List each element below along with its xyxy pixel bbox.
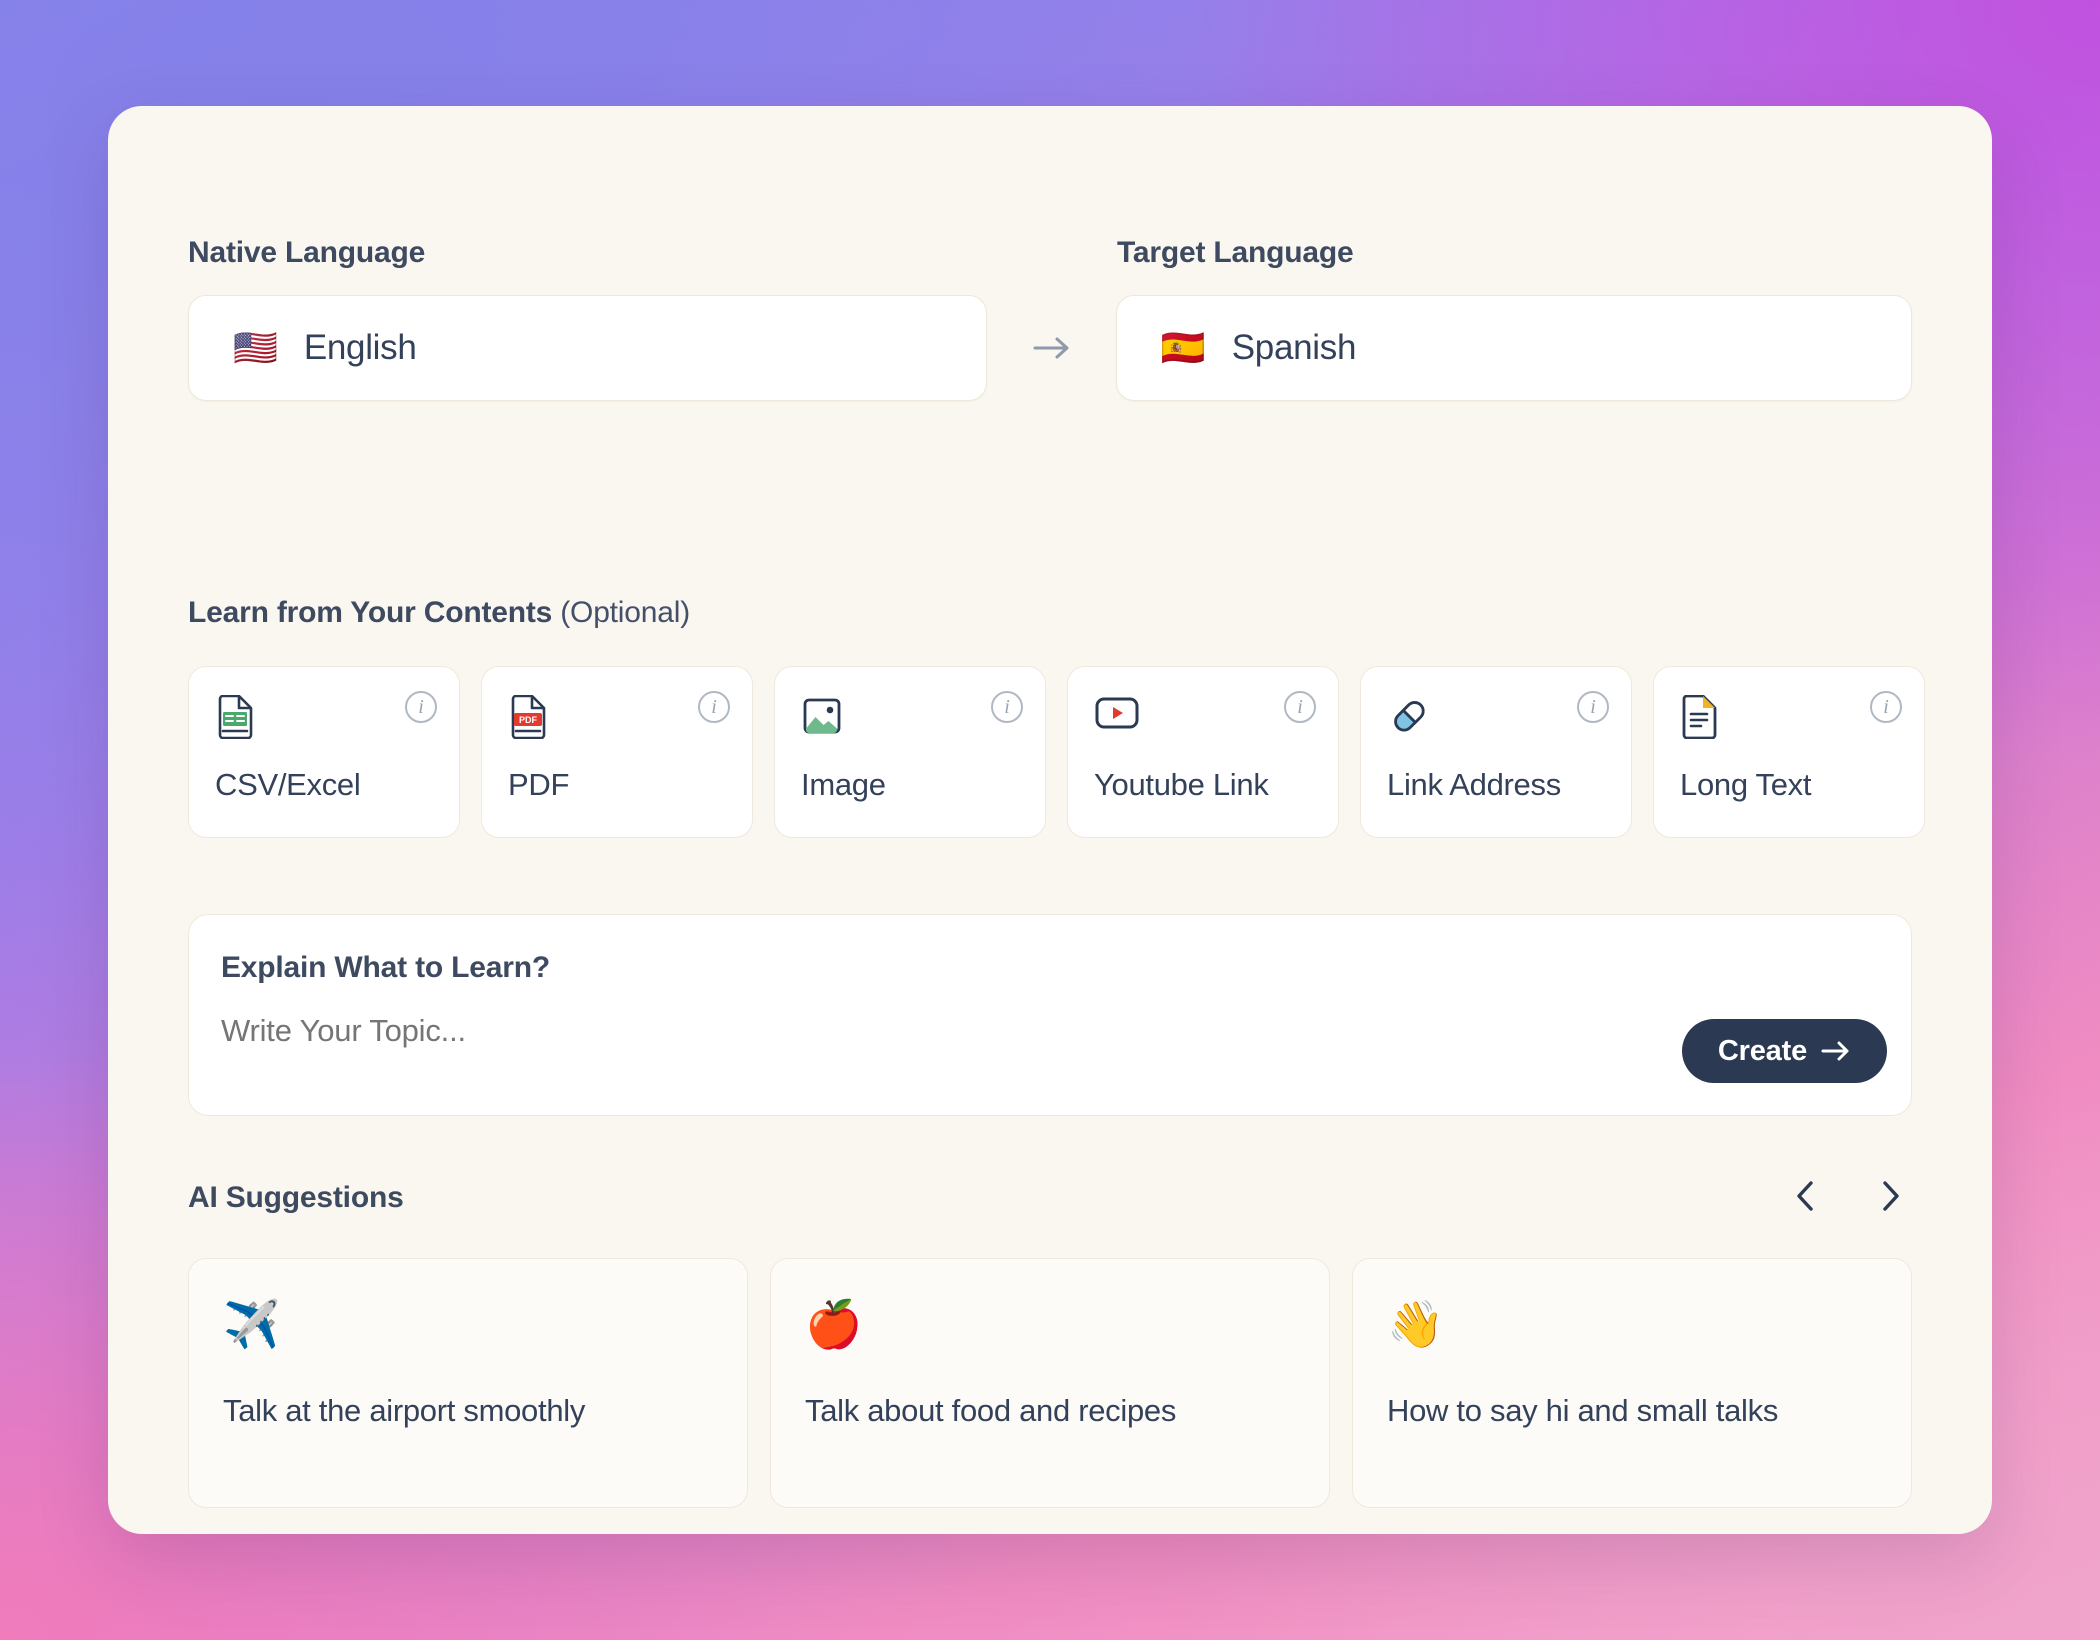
learn-from-contents-heading: Learn from Your Contents (Optional) [188,596,690,630]
native-language-label: Native Language [188,236,426,269]
content-type-image[interactable]: i Image [774,666,1046,838]
waving-hand-icon: 👋 [1387,1298,1445,1350]
link-pill-icon [1387,699,1431,746]
create-lesson-card: Native Language Target Language 🇺🇸 Engli… [108,106,1992,1534]
content-type-label: PDF [508,767,570,802]
info-icon[interactable]: i [1284,691,1316,723]
info-icon[interactable]: i [698,691,730,723]
ai-suggestions-nav [1784,1174,1912,1218]
arrow-right-icon [1821,1041,1849,1061]
airplane-icon: ✈️ [223,1298,281,1350]
info-icon[interactable]: i [991,691,1023,723]
content-type-label: Long Text [1680,767,1812,802]
create-button[interactable]: Create [1681,1019,1887,1083]
chevron-left-icon[interactable] [1784,1174,1828,1218]
ai-suggestions-title: AI Suggestions [188,1181,404,1214]
target-language-value: Spanish [1231,328,1357,367]
info-icon[interactable]: i [1577,691,1609,723]
us-flag-icon: 🇺🇸 [233,327,278,368]
info-icon[interactable]: i [405,691,437,723]
arrow-right-icon [987,334,1116,362]
language-selection-section: Native Language Target Language 🇺🇸 Engli… [188,236,1912,401]
ai-suggestion-cards-row: ✈️ Talk at the airport smoothly 🍎 Talk a… [188,1258,1912,1508]
suggestion-card[interactable]: 👋 How to say hi and small talks [1352,1258,1912,1508]
info-icon[interactable]: i [1870,691,1902,723]
content-type-pdf[interactable]: PDF i PDF [481,666,753,838]
csv-excel-file-icon [215,694,255,748]
suggestion-card[interactable]: ✈️ Talk at the airport smoothly [188,1258,748,1508]
create-button-label: Create [1717,1034,1807,1067]
contents-heading-optional: (Optional) [560,596,690,629]
suggestion-card[interactable]: 🍎 Talk about food and recipes [770,1258,1330,1508]
native-language-value: English [303,328,417,367]
content-type-cards-row: i CSV/Excel PDF i PDF i Image i Youtube … [188,666,1925,838]
suggestion-text: How to say hi and small talks [1387,1393,1779,1428]
suggestion-text: Talk at the airport smoothly [223,1393,586,1428]
chevron-right-icon[interactable] [1868,1174,1912,1218]
suggestion-text: Talk about food and recipes [805,1393,1177,1428]
youtube-play-icon [1094,693,1140,740]
explain-panel-title: Explain What to Learn? [221,951,550,984]
content-type-youtube-link[interactable]: i Youtube Link [1067,666,1339,838]
content-type-csv-excel[interactable]: i CSV/Excel [188,666,460,838]
explain-what-to-learn-panel: Explain What to Learn? Create [188,914,1912,1116]
apple-icon: 🍎 [805,1298,863,1350]
content-type-link-address[interactable]: i Link Address [1360,666,1632,838]
content-type-label: CSV/Excel [215,767,361,802]
spain-flag-icon: 🇪🇸 [1160,327,1206,368]
native-language-select[interactable]: 🇺🇸 English [188,295,988,401]
language-labels-row: Native Language Target Language [188,236,1912,270]
content-type-label: Image [801,767,886,802]
target-language-label: Target Language [1117,236,1354,269]
content-type-label: Link Address [1387,767,1561,802]
content-type-long-text[interactable]: i Long Text [1653,666,1925,838]
image-icon [801,698,843,746]
topic-input[interactable] [221,1013,1521,1049]
language-selects-row: 🇺🇸 English 🇪🇸 Spanish [188,295,1912,401]
target-language-select[interactable]: 🇪🇸 Spanish [1115,295,1912,401]
contents-heading-main: Learn from Your Contents [188,596,553,629]
long-text-document-icon [1680,694,1718,748]
svg-text:PDF: PDF [519,715,538,725]
pdf-file-icon: PDF [508,694,548,748]
content-type-label: Youtube Link [1094,767,1269,802]
